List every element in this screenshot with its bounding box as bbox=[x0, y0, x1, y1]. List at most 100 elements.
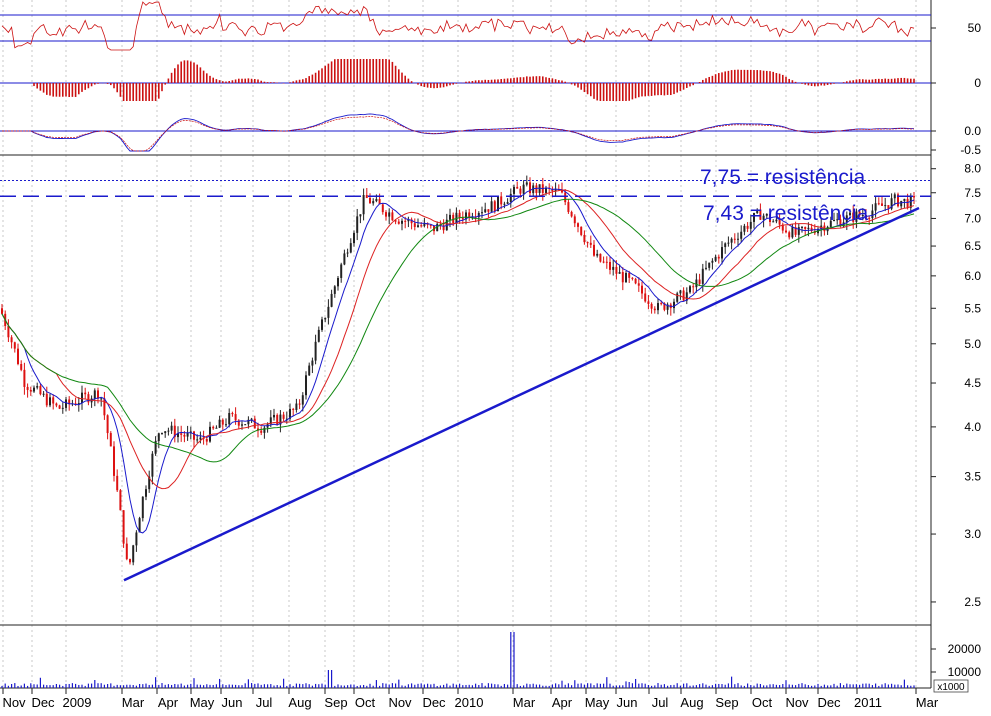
candle-body bbox=[593, 244, 595, 256]
volume-unit-label: x1000 bbox=[937, 682, 965, 693]
candle-body bbox=[180, 433, 183, 435]
trendline bbox=[123, 206, 920, 582]
candle-body bbox=[151, 453, 154, 477]
x-axis-label: Nov bbox=[785, 695, 809, 710]
candle-body bbox=[36, 386, 39, 388]
candle-body bbox=[737, 238, 739, 240]
candle-body bbox=[913, 196, 915, 198]
price-axis-label: 3.5 bbox=[964, 470, 981, 484]
osc1-axis-label: 50 bbox=[968, 21, 982, 35]
candle-body bbox=[100, 398, 103, 400]
candle-body bbox=[45, 393, 48, 406]
candle-body bbox=[634, 278, 637, 284]
candle-body bbox=[7, 325, 10, 338]
candle-body bbox=[797, 227, 800, 235]
candle-body bbox=[609, 262, 611, 270]
candle-body bbox=[599, 253, 602, 262]
x-axis-label: Mar bbox=[916, 695, 939, 710]
candle-body bbox=[589, 242, 592, 245]
candle-body bbox=[625, 272, 627, 283]
candle-body bbox=[676, 293, 679, 302]
candle-body bbox=[301, 395, 304, 405]
x-axis-label: Apr bbox=[158, 695, 179, 710]
candle-body bbox=[570, 211, 573, 217]
candle-body bbox=[388, 212, 391, 217]
candle-body bbox=[349, 243, 352, 253]
candle-body bbox=[577, 223, 579, 227]
candle-body bbox=[141, 496, 144, 519]
candle-body bbox=[49, 397, 51, 406]
candle-body bbox=[500, 196, 503, 205]
candle-body bbox=[324, 317, 327, 320]
candle-body bbox=[698, 279, 701, 284]
candle-body bbox=[244, 424, 247, 426]
candle-body bbox=[868, 217, 871, 219]
candle-body bbox=[874, 203, 877, 211]
candle-body bbox=[727, 242, 730, 244]
candle-body bbox=[417, 225, 419, 227]
volume-axis-label: 20000 bbox=[948, 642, 982, 656]
candle-body bbox=[580, 226, 583, 235]
candle-body bbox=[628, 272, 631, 278]
candle-body bbox=[481, 212, 483, 214]
x-axis-label: 2009 bbox=[63, 695, 92, 710]
oscillator-panels bbox=[0, 1, 931, 152]
x-axis-label: Dec bbox=[422, 695, 446, 710]
candle-body bbox=[260, 430, 263, 433]
candle-body bbox=[167, 430, 170, 432]
candle-body bbox=[298, 403, 301, 405]
price-axis-label: 7.0 bbox=[964, 211, 981, 225]
x-axis-label: Dec bbox=[31, 695, 55, 710]
candle-body bbox=[740, 231, 743, 239]
candle-body bbox=[746, 225, 749, 229]
volume-axis-label: 10000 bbox=[948, 665, 982, 679]
candle-body bbox=[535, 185, 538, 193]
candle-body bbox=[84, 392, 87, 395]
candle-body bbox=[807, 227, 810, 229]
price-axis-label: 7.5 bbox=[964, 186, 981, 200]
candle-body bbox=[567, 202, 570, 212]
price-axis-label: 4.5 bbox=[964, 376, 981, 390]
candle-body bbox=[215, 427, 218, 429]
candle-body bbox=[612, 266, 615, 270]
candle-body bbox=[586, 242, 589, 244]
candle-body bbox=[522, 184, 525, 194]
candle-body bbox=[13, 342, 16, 349]
candle-body bbox=[129, 559, 131, 563]
candle-body bbox=[733, 238, 736, 240]
x-axis-label: Jul bbox=[652, 695, 669, 710]
candle-body bbox=[119, 490, 122, 511]
candle-body bbox=[660, 303, 663, 305]
candle-body bbox=[228, 413, 231, 425]
candle-body bbox=[516, 186, 519, 189]
candle-body bbox=[116, 475, 119, 491]
candle-body bbox=[205, 438, 208, 442]
candle-body bbox=[881, 203, 883, 206]
candle-body bbox=[1, 308, 3, 314]
candle-body bbox=[513, 186, 515, 194]
candle-body bbox=[564, 192, 567, 203]
candle-body bbox=[362, 195, 365, 215]
candle-body bbox=[93, 390, 96, 399]
candle-body bbox=[365, 195, 368, 198]
candle-body bbox=[58, 405, 61, 409]
candle-body bbox=[231, 413, 234, 415]
candle-body bbox=[199, 437, 202, 440]
candle-body bbox=[644, 293, 647, 302]
candle-body bbox=[308, 365, 311, 376]
candle-body bbox=[785, 230, 787, 233]
candle-body bbox=[333, 286, 336, 294]
candle-body bbox=[695, 279, 698, 288]
candle-body bbox=[369, 197, 371, 204]
candle-body bbox=[356, 216, 359, 233]
candle-body bbox=[596, 253, 599, 256]
candle-body bbox=[385, 212, 387, 217]
annotation-resistance-775: 7,75 = resistência bbox=[700, 166, 866, 189]
x-axis-label: Oct bbox=[752, 695, 773, 710]
candle-body bbox=[26, 386, 29, 390]
candle-body bbox=[401, 220, 403, 224]
x-axis-label: Jun bbox=[617, 695, 638, 710]
candle-body bbox=[615, 266, 618, 274]
candle-body bbox=[708, 262, 711, 268]
candle-body bbox=[55, 403, 58, 406]
